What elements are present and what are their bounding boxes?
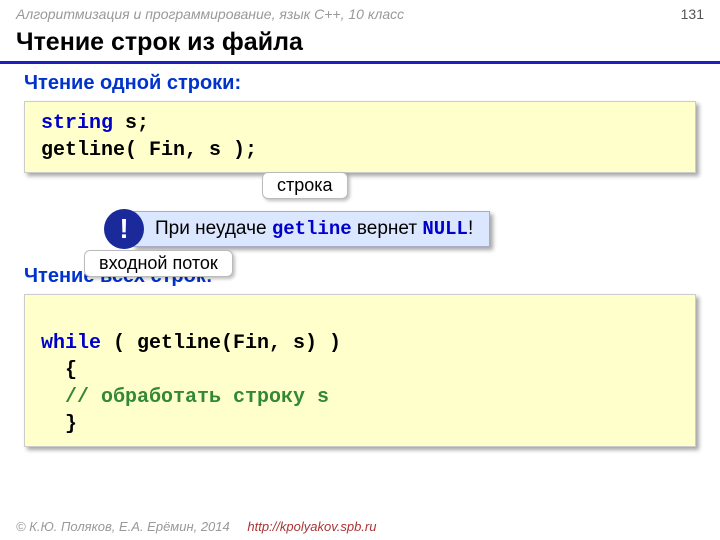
section1-heading: Чтение одной строки: xyxy=(24,72,696,95)
page-title: Чтение строк из файла xyxy=(0,26,720,61)
label-potok: входной поток xyxy=(84,250,233,277)
note-text: ! xyxy=(468,218,473,239)
course-label: Алгоритмизация и программирование, язык … xyxy=(16,6,404,22)
exclamation-icon: ! xyxy=(104,209,144,249)
code-line: getline( Fin, s ); xyxy=(41,137,679,164)
code-block-1: string s; getline( Fin, s ); xyxy=(24,101,696,173)
note-mono: NULL xyxy=(422,218,468,240)
note-box: При неудаче getline вернет NULL! xyxy=(132,211,490,247)
code-text: s; xyxy=(113,112,149,135)
code-block-2: while ( getline(Fin, s) ) { // обработат… xyxy=(24,294,696,447)
title-underline xyxy=(0,61,720,64)
code-line: { xyxy=(41,357,679,384)
code-line: string s; xyxy=(41,110,679,137)
note: ! При неудаче getline вернет NULL! xyxy=(104,209,696,249)
keyword-string: string xyxy=(41,112,113,135)
code-line: } xyxy=(41,411,679,438)
code-line: while ( getline(Fin, s) ) xyxy=(41,330,679,357)
code-text: ( getline(Fin, s) ) xyxy=(101,332,341,355)
keyword-while: while xyxy=(41,332,101,355)
label-stroka: строка xyxy=(262,172,348,199)
page-number: 131 xyxy=(681,6,704,22)
footer-url: http://kpolyakov.spb.ru xyxy=(247,519,376,534)
code-comment: // обработать строку s xyxy=(41,384,679,411)
footer: © К.Ю. Поляков, Е.А. Ерёмин, 2014 http:/… xyxy=(16,519,376,534)
note-text: вернет xyxy=(352,218,423,239)
note-text: При неудаче xyxy=(155,218,272,239)
note-mono: getline xyxy=(272,218,352,240)
header-bar: Алгоритмизация и программирование, язык … xyxy=(0,0,720,26)
content: Чтение одной строки: string s; getline( … xyxy=(0,72,720,447)
copyright: © К.Ю. Поляков, Е.А. Ерёмин, 2014 xyxy=(16,519,230,534)
